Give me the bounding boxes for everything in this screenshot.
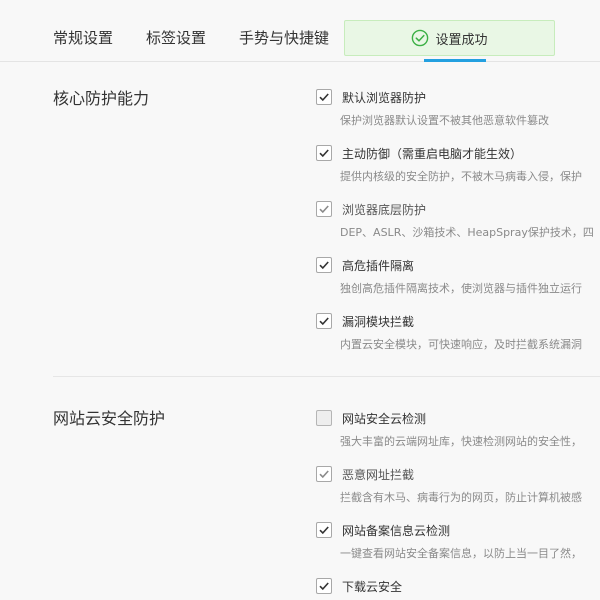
- option-high-risk-plugin-isolation[interactable]: 高危插件隔离 独创高危插件隔离技术，使浏览器与插件独立运行: [316, 256, 600, 296]
- option-description: DEP、ASLR、沙箱技术、HeapSpray保护技术，四: [340, 226, 594, 239]
- option-label: 默认浏览器防护: [342, 90, 427, 105]
- tab-tab-settings[interactable]: 标签设置: [146, 28, 206, 48]
- checkbox[interactable]: [316, 201, 332, 217]
- option-browser-low-level-protection[interactable]: 浏览器底层防护 DEP、ASLR、沙箱技术、HeapSpray保护技术，四: [316, 200, 600, 240]
- option-description: 独创高危插件隔离技术，使浏览器与插件独立运行: [340, 282, 582, 295]
- option-description: 保护浏览器默认设置不被其他恶意软件篡改: [340, 114, 549, 127]
- option-description: 拦截含有木马、病毒行为的网页，防止计算机被感: [340, 491, 582, 504]
- option-label: 网站安全云检测: [342, 411, 427, 426]
- option-active-defense[interactable]: 主动防御（需重启电脑才能生效） 提供内核级的安全防护，不被木马病毒入侵，保护: [316, 144, 600, 184]
- option-default-browser-protection[interactable]: 默认浏览器防护 保护浏览器默认设置不被其他恶意软件篡改: [316, 88, 600, 128]
- checkbox[interactable]: [316, 578, 332, 594]
- toast-message: 设置成功: [435, 32, 488, 48]
- checkbox[interactable]: [316, 466, 332, 482]
- checkbox[interactable]: [316, 257, 332, 273]
- option-label: 主动防御（需重启电脑才能生效）: [342, 146, 523, 161]
- option-label: 高危插件隔离: [342, 258, 415, 273]
- option-malicious-url-block[interactable]: 恶意网址拦截 拦截含有木马、病毒行为的网页，防止计算机被感: [316, 465, 600, 505]
- section-title-core-protection: 核心防护能力: [53, 89, 150, 108]
- option-website-filing-cloud-check[interactable]: 网站备案信息云检测 一键查看网站安全备案信息，以防上当一目了然，: [316, 521, 600, 561]
- section-divider: [53, 376, 600, 377]
- option-download-cloud-security[interactable]: 下载云安全: [316, 577, 600, 595]
- option-description: 强大丰富的云端网址库，快速检测网站的安全性，: [340, 435, 582, 448]
- checkbox[interactable]: [316, 522, 332, 538]
- option-label: 下载云安全: [342, 579, 403, 594]
- option-vulnerability-module-block[interactable]: 漏洞模块拦截 内置云安全模块，可快速响应，及时拦截系统漏洞: [316, 312, 600, 352]
- option-description: 内置云安全模块，可快速响应，及时拦截系统漏洞: [340, 338, 582, 351]
- active-tab-indicator: [424, 59, 486, 62]
- tab-gestures-shortcuts[interactable]: 手势与快捷键: [239, 28, 329, 48]
- checkbox[interactable]: [316, 89, 332, 105]
- checkbox[interactable]: [316, 145, 332, 161]
- option-label: 浏览器底层防护: [342, 202, 427, 217]
- option-label: 网站备案信息云检测: [342, 523, 451, 538]
- checkbox[interactable]: [316, 410, 332, 426]
- success-toast: 设置成功: [344, 20, 555, 56]
- check-circle-icon: [411, 29, 429, 47]
- checkbox[interactable]: [316, 313, 332, 329]
- section-title-website-cloud-protection: 网站云安全防护: [53, 409, 166, 428]
- option-description: 提供内核级的安全防护，不被木马病毒入侵，保护: [340, 170, 582, 183]
- option-label: 恶意网址拦截: [342, 467, 415, 482]
- option-label: 漏洞模块拦截: [342, 314, 415, 329]
- option-website-security-cloud-check[interactable]: 网站安全云检测 强大丰富的云端网址库，快速检测网站的安全性，: [316, 409, 600, 449]
- tab-general-settings[interactable]: 常规设置: [53, 28, 113, 48]
- option-description: 一键查看网站安全备案信息，以防上当一目了然，: [340, 547, 582, 560]
